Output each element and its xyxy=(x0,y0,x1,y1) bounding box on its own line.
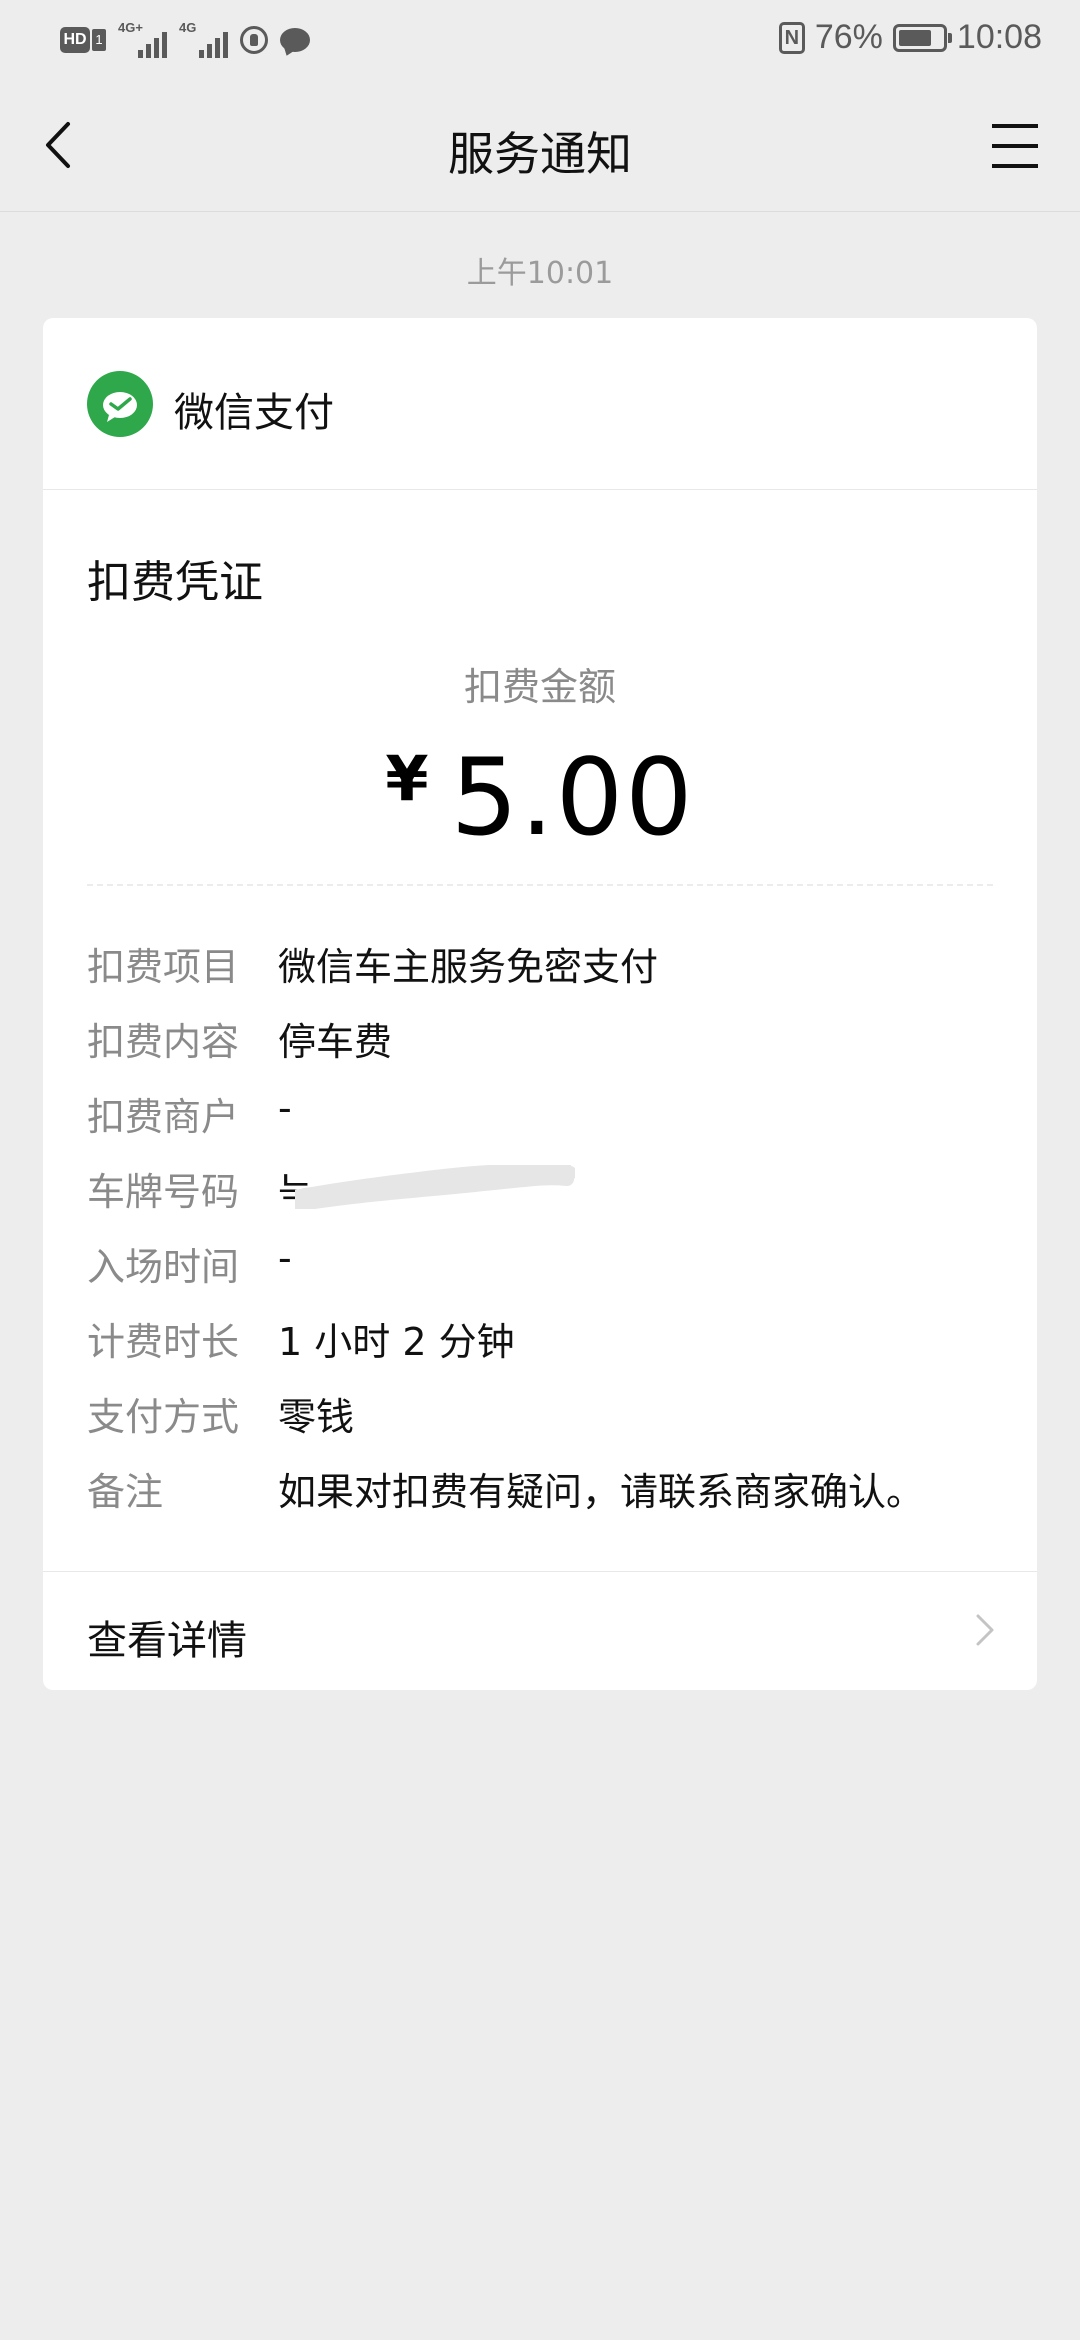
detail-row-content: 扣费内容 停车费 xyxy=(87,1011,993,1086)
detail-label: 支付方式 xyxy=(87,1395,240,1439)
receipt-title: 扣费凭证 xyxy=(87,557,263,608)
dashed-divider xyxy=(87,884,993,886)
message-timestamp: 上午10:01 xyxy=(466,256,614,291)
clock: 10:08 xyxy=(956,18,1042,56)
detail-value: - xyxy=(278,1086,292,1130)
network-type-2: 4G xyxy=(179,20,197,35)
nav-bar: 服务通知 xyxy=(0,80,1080,212)
hd-sim-label: 1 xyxy=(92,29,106,51)
detail-row-duration: 计费时长 1 小时 2 分钟 xyxy=(87,1311,993,1386)
menu-icon xyxy=(992,124,1038,168)
view-details-label: 查看详情 xyxy=(87,1618,247,1664)
status-icons-left: HD 1 4G+ 4G xyxy=(60,20,310,58)
amount-label: 扣费金额 xyxy=(463,665,616,709)
payment-provider-name: 微信支付 xyxy=(174,390,334,436)
detail-row-payment-method: 支付方式 零钱 xyxy=(87,1386,993,1461)
network-type-1: 4G+ xyxy=(118,20,143,35)
status-icons-right: N 76% 10:08 xyxy=(778,18,1042,57)
detail-value: - xyxy=(278,1236,292,1280)
menu-button[interactable] xyxy=(980,116,1050,176)
detail-value: 停车费 xyxy=(278,1020,393,1064)
view-details-button[interactable]: 查看详情 xyxy=(43,1572,1037,1690)
detail-label: 扣费商户 xyxy=(87,1095,240,1139)
detail-label: 扣费项目 xyxy=(87,945,240,989)
chevron-right-icon xyxy=(976,1614,994,1646)
signal-2-icon: 4G xyxy=(179,20,228,58)
detail-label: 车牌号码 xyxy=(87,1170,240,1214)
wechat-pay-logo-icon xyxy=(87,371,153,437)
status-bar: HD 1 4G+ 4G N 76% 10:08 xyxy=(0,0,1080,80)
hd-voice-icon: HD 1 xyxy=(60,27,106,53)
redaction-scribble xyxy=(295,1165,575,1209)
detail-row-merchant: 扣费商户 - xyxy=(87,1086,993,1161)
detail-row-entry-time: 入场时间 - xyxy=(87,1236,993,1311)
card-header[interactable]: 微信支付 xyxy=(43,318,1037,490)
page-title: 服务通知 xyxy=(448,127,632,181)
detail-label: 扣费内容 xyxy=(87,1020,240,1064)
amount-value: 5.00 xyxy=(450,736,695,859)
detail-row-item: 扣费项目 微信车主服务免密支付 xyxy=(87,936,993,1011)
detail-value: 1 小时 2 分钟 xyxy=(278,1320,515,1364)
details-list: 扣费项目 微信车主服务免密支付 扣费内容 停车费 扣费商户 - 车牌号码 늑 入… xyxy=(87,936,993,1536)
detail-label: 入场时间 xyxy=(87,1245,240,1289)
receipt-card: 微信支付 扣费凭证 扣费金额 ¥5.00 扣费项目 微信车主服务免密支付 扣费内… xyxy=(43,318,1037,1690)
detail-label: 备注 xyxy=(87,1470,164,1514)
detail-value: 零钱 xyxy=(278,1395,355,1439)
detail-value: 如果对扣费有疑问，请联系商家确认。 xyxy=(278,1470,925,1514)
hand-notification-icon xyxy=(240,26,268,54)
detail-value: 微信车主服务免密支付 xyxy=(278,945,659,989)
detail-row-remark: 备注 如果对扣费有疑问，请联系商家确认。 xyxy=(87,1461,993,1536)
detail-label: 计费时长 xyxy=(87,1320,240,1364)
hd-label: HD xyxy=(60,27,90,53)
battery-fill xyxy=(898,29,931,46)
nfc-icon: N xyxy=(778,21,805,54)
detail-row-plate: 车牌号码 늑 xyxy=(87,1161,993,1236)
battery-icon xyxy=(892,23,952,52)
signal-1-icon: 4G+ xyxy=(118,20,167,58)
battery-percent: 76% xyxy=(814,18,883,56)
amount-currency: ¥ xyxy=(385,742,429,815)
chat-notification-icon xyxy=(280,28,310,52)
amount: ¥5.00 xyxy=(43,736,1037,859)
